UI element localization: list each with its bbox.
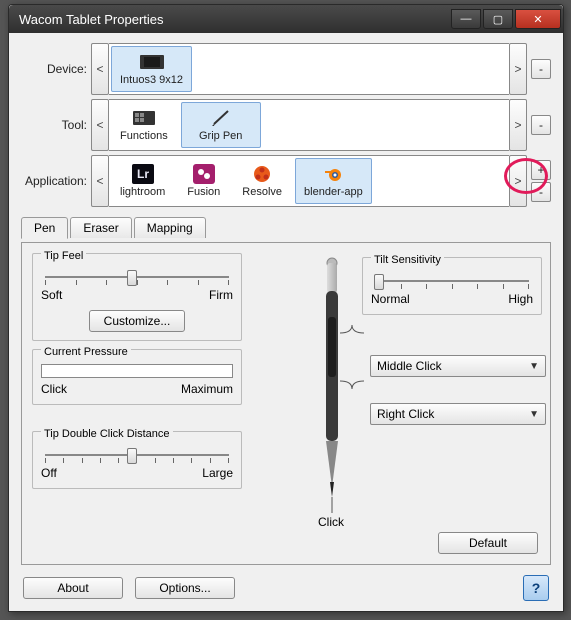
upper-button-value: Middle Click (377, 359, 442, 373)
device-row: Device: < Intuos3 9x12 > - (21, 43, 551, 95)
tool-scroll-right[interactable]: > (509, 99, 527, 151)
tool-item-label: Functions (120, 130, 168, 142)
application-scroll-right[interactable]: > (509, 155, 527, 207)
tab-mapping[interactable]: Mapping (134, 217, 206, 238)
device-scroll-left[interactable]: < (91, 43, 109, 95)
application-row: Application: < Lr lightroom Fusion Resol… (21, 155, 551, 207)
tip-doubleclick-title: Tip Double Click Distance (41, 428, 173, 440)
app-item-resolve[interactable]: Resolve (233, 158, 291, 204)
chevron-down-icon: ▼ (529, 409, 539, 420)
app-item-label: Resolve (242, 186, 282, 198)
tool-row: Tool: < Functions Grip Pen > - (21, 99, 551, 151)
connector-lines (340, 325, 370, 415)
pressure-bar (41, 364, 233, 378)
tablet-icon (138, 52, 166, 72)
tabs: Pen Eraser Mapping (21, 217, 551, 238)
doubleclick-min: Off (41, 466, 57, 480)
device-item-label: Intuos3 9x12 (120, 74, 183, 86)
app-item-label: blender-app (304, 186, 363, 198)
about-button[interactable]: About (23, 577, 123, 599)
device-item-intuos[interactable]: Intuos3 9x12 (111, 46, 192, 92)
app-item-label: lightroom (120, 186, 165, 198)
pen-icon (207, 108, 235, 128)
titlebar[interactable]: Wacom Tablet Properties — ▢ ✕ (9, 5, 563, 33)
tip-feel-max: Firm (209, 288, 233, 302)
application-remove-button[interactable]: - (531, 182, 551, 202)
blender-icon (319, 164, 347, 184)
tip-feel-min: Soft (41, 288, 62, 302)
fusion-icon (190, 164, 218, 184)
app-item-blender[interactable]: blender-app (295, 158, 372, 204)
bottom-bar: About Options... ? (21, 569, 551, 603)
resolve-icon (248, 164, 276, 184)
help-button[interactable]: ? (523, 575, 549, 601)
upper-button-dropdown[interactable]: Middle Click ▼ (370, 355, 546, 377)
device-remove-button[interactable]: - (531, 59, 551, 79)
close-button[interactable]: ✕ (515, 9, 561, 29)
customize-button[interactable]: Customize... (89, 310, 186, 332)
svg-text:Lr: Lr (137, 167, 149, 181)
default-button[interactable]: Default (438, 532, 538, 554)
doubleclick-max: Large (202, 466, 233, 480)
tool-item-functions[interactable]: Functions (111, 102, 177, 148)
options-button[interactable]: Options... (135, 577, 235, 599)
tool-item-label: Grip Pen (199, 130, 242, 142)
application-label: Application: (21, 174, 91, 188)
app-item-lightroom[interactable]: Lr lightroom (111, 158, 174, 204)
minimize-button[interactable]: — (451, 9, 481, 29)
tab-pen[interactable]: Pen (21, 217, 68, 239)
app-item-label: Fusion (187, 186, 220, 198)
tip-label: Click (318, 515, 344, 529)
functions-icon (130, 108, 158, 128)
pressure-min: Click (41, 382, 67, 396)
application-strip: Lr lightroom Fusion Resolve blender-app (109, 155, 509, 207)
device-label: Device: (21, 62, 91, 76)
tip-doubleclick-slider[interactable] (41, 446, 233, 464)
app-window: Wacom Tablet Properties — ▢ ✕ Device: < … (8, 4, 564, 612)
tip-feel-slider[interactable] (41, 268, 233, 286)
tip-feel-group: Tip Feel Soft Firm Customize... (32, 253, 242, 341)
chevron-down-icon: ▼ (529, 361, 539, 372)
tip-doubleclick-group: Tip Double Click Distance Off Large (32, 431, 242, 489)
current-pressure-title: Current Pressure (41, 346, 131, 358)
device-scroll-right[interactable]: > (509, 43, 527, 95)
pen-panel: Tip Feel Soft Firm Customize... (21, 242, 551, 565)
app-item-fusion[interactable]: Fusion (178, 158, 229, 204)
pen-diagram: Middle Click ▼ Right Click ▼ Click (252, 257, 552, 537)
application-add-button[interactable]: + (531, 160, 551, 180)
pressure-max: Maximum (181, 382, 233, 396)
device-strip: Intuos3 9x12 (109, 43, 509, 95)
tool-item-grippen[interactable]: Grip Pen (181, 102, 261, 148)
tool-remove-button[interactable]: - (531, 115, 551, 135)
maximize-button[interactable]: ▢ (483, 9, 513, 29)
tool-label: Tool: (21, 118, 91, 132)
lower-button-value: Right Click (377, 407, 434, 421)
tool-scroll-left[interactable]: < (91, 99, 109, 151)
window-title: Wacom Tablet Properties (19, 12, 451, 27)
tool-strip: Functions Grip Pen (109, 99, 509, 151)
tab-eraser[interactable]: Eraser (70, 217, 131, 238)
current-pressure-group: Current Pressure Click Maximum (32, 349, 242, 405)
application-scroll-left[interactable]: < (91, 155, 109, 207)
tip-feel-title: Tip Feel (41, 250, 86, 262)
lightroom-icon: Lr (129, 164, 157, 184)
lower-button-dropdown[interactable]: Right Click ▼ (370, 403, 546, 425)
